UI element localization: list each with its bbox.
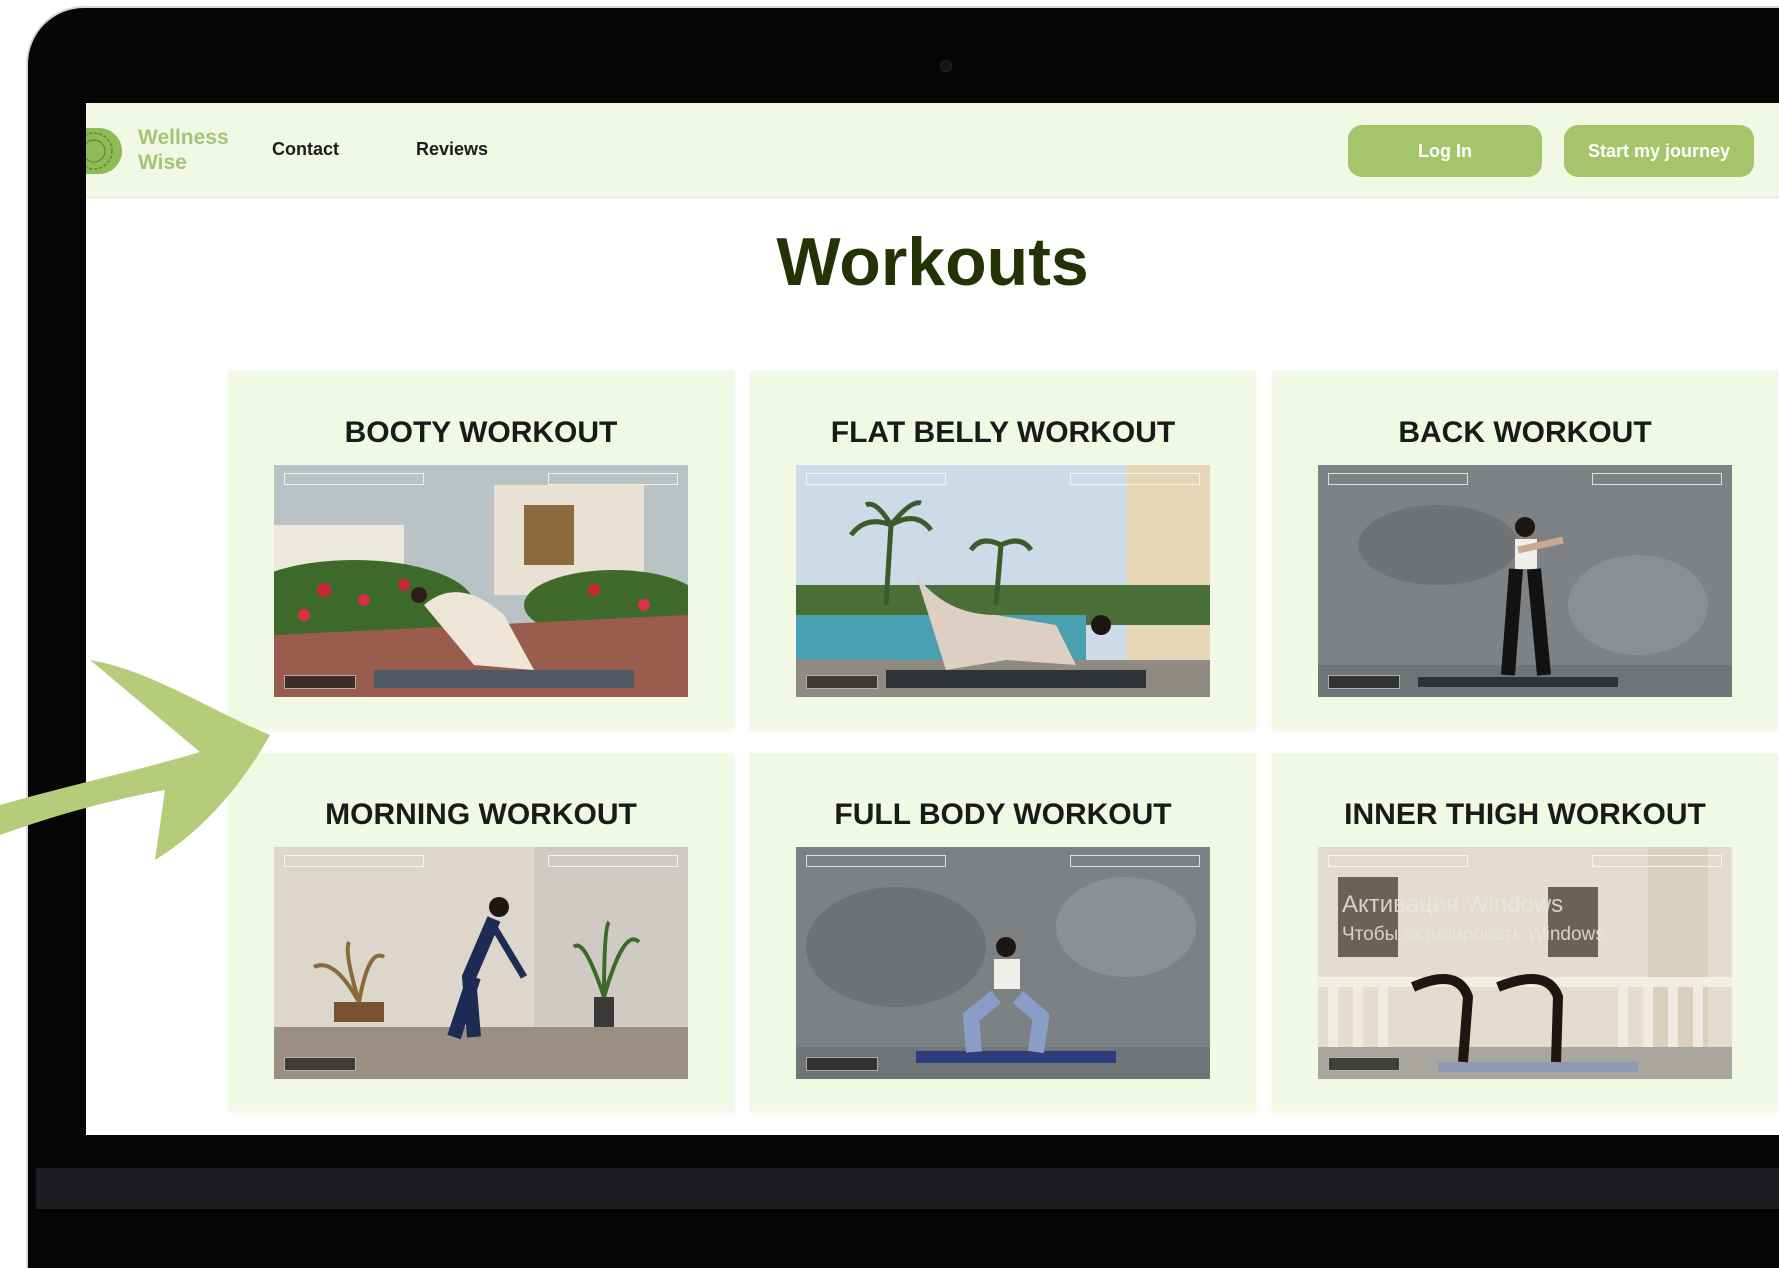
- logo-icon[interactable]: [86, 128, 122, 174]
- exercise-label: [1328, 1057, 1400, 1071]
- workout-thumbnail[interactable]: [274, 847, 688, 1079]
- video-progress-bar: [548, 473, 678, 485]
- workout-thumbnail[interactable]: [1318, 465, 1732, 697]
- card-title: BACK WORKOUT: [1398, 416, 1652, 449]
- windows-activation-watermark: Активация Windows Чтобы активировать Win…: [1342, 890, 1605, 950]
- video-title-bar: [1328, 855, 1468, 867]
- workout-card-flat-belly[interactable]: FLAT BELLY WORKOUT: [750, 371, 1256, 729]
- workout-thumbnail[interactable]: [796, 465, 1210, 697]
- brand-name[interactable]: Wellness Wise: [138, 125, 229, 175]
- brand-line-2: Wise: [138, 151, 187, 174]
- video-title-bar: [1328, 473, 1468, 485]
- brand-line-1: Wellness: [138, 126, 229, 149]
- site-header: Wellness Wise Contact Reviews Log In Sta…: [86, 103, 1779, 198]
- workout-thumbnail[interactable]: [1318, 847, 1732, 1079]
- video-title-bar: [806, 855, 946, 867]
- workout-card-back[interactable]: BACK WORKOUT: [1272, 371, 1778, 729]
- card-title: FLAT BELLY WORKOUT: [830, 416, 1176, 449]
- card-title: MORNING WORKOUT: [325, 798, 637, 831]
- watermark-line-2: Чтобы активировать Windows: [1342, 924, 1605, 945]
- workout-card-morning[interactable]: MORNING WORKOUT: [228, 753, 734, 1111]
- watermark-line-1: Активация Windows: [1342, 891, 1564, 918]
- video-progress-bar: [1070, 473, 1200, 485]
- start-journey-button[interactable]: Start my journey: [1564, 125, 1754, 177]
- video-title-bar: [806, 473, 946, 485]
- exercise-label: [284, 675, 356, 689]
- camera-icon: [940, 60, 952, 72]
- exercise-label: [284, 1057, 356, 1071]
- card-title: INNER THIGH WORKOUT: [1344, 798, 1706, 831]
- login-button[interactable]: Log In: [1348, 125, 1542, 177]
- video-progress-bar: [548, 855, 678, 867]
- workout-card-booty[interactable]: BOOTY WORKOUT: [228, 371, 734, 729]
- laptop-bezel-bottom: [36, 1168, 1779, 1209]
- video-title-bar: [284, 855, 424, 867]
- exercise-label: [1328, 675, 1400, 689]
- arrow-icon: [0, 660, 270, 860]
- card-title: BOOTY WORKOUT: [344, 416, 618, 449]
- video-title-bar: [284, 473, 424, 485]
- card-title: FULL BODY WORKOUT: [834, 798, 1172, 831]
- page-title: Workouts: [776, 224, 1089, 300]
- browser-viewport: Wellness Wise Contact Reviews Log In Sta…: [86, 103, 1779, 1135]
- exercise-label: [806, 675, 878, 689]
- exercise-label: [806, 1057, 878, 1071]
- workout-thumbnail[interactable]: [796, 847, 1210, 1079]
- nav-reviews[interactable]: Reviews: [416, 139, 488, 160]
- video-progress-bar: [1592, 473, 1722, 485]
- nav-contact[interactable]: Contact: [272, 139, 339, 160]
- workout-card-full-body[interactable]: FULL BODY WORKOUT: [750, 753, 1256, 1111]
- video-progress-bar: [1070, 855, 1200, 867]
- workout-thumbnail[interactable]: [274, 465, 688, 697]
- video-progress-bar: [1592, 855, 1722, 867]
